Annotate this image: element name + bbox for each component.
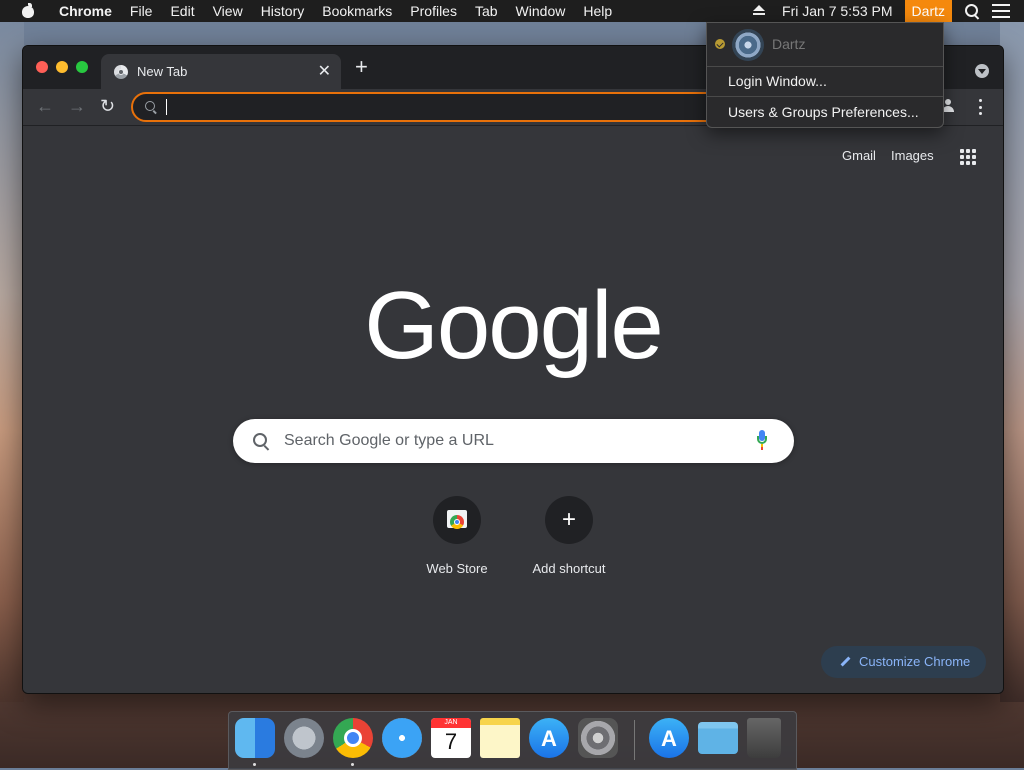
app-store-icon[interactable]: [649, 718, 689, 758]
menu-tab[interactable]: Tab: [466, 0, 507, 22]
menu-bookmarks[interactable]: Bookmarks: [313, 0, 401, 22]
text-caret: [166, 99, 167, 115]
system-preferences-icon[interactable]: [578, 718, 618, 758]
pencil-icon: [838, 656, 850, 668]
back-arrow-icon[interactable]: ←: [36, 95, 54, 117]
running-indicator: [253, 763, 256, 766]
images-link[interactable]: Images: [891, 148, 934, 163]
users-groups-preferences-item[interactable]: Users & Groups Preferences...: [728, 104, 919, 120]
menu-edit[interactable]: Edit: [161, 0, 203, 22]
reload-icon[interactable]: ↻: [100, 95, 115, 117]
calendar-icon[interactable]: JAN 7: [431, 718, 471, 758]
menu-bar-extras: Fri Jan 7 5:53 PM Dartz: [752, 0, 1024, 22]
menu-separator: [707, 96, 943, 97]
safari-icon[interactable]: [382, 718, 422, 758]
tab-close-icon[interactable]: ✕: [318, 61, 331, 81]
close-window-button[interactable]: [36, 61, 48, 73]
customize-chrome-button[interactable]: Customize Chrome: [821, 646, 986, 678]
address-input[interactable]: [165, 97, 709, 119]
tab-search-icon[interactable]: [975, 64, 989, 78]
apple-menu-icon[interactable]: [20, 3, 36, 19]
dock: JAN 7: [228, 711, 797, 770]
menu-history[interactable]: History: [252, 0, 314, 22]
menu-separator: [707, 66, 943, 67]
calendar-month: JAN: [431, 718, 471, 728]
forward-arrow-icon[interactable]: →: [68, 95, 86, 117]
new-tab-button[interactable]: +: [355, 56, 368, 78]
finder-icon[interactable]: [235, 718, 275, 758]
plus-icon: +: [561, 506, 576, 533]
dock-separator: [634, 720, 635, 760]
fast-user-switch-menu[interactable]: Dartz: [904, 0, 952, 22]
menu-window[interactable]: Window: [507, 0, 575, 22]
login-window-item[interactable]: Login Window...: [728, 73, 827, 89]
chrome-menu-icon[interactable]: [979, 99, 983, 115]
menu-profiles[interactable]: Profiles: [401, 0, 466, 22]
shortcut-icon-circle: [433, 496, 481, 544]
chrome-window: New Tab ✕ + ← → ↻ Gmail Images Google Se…: [22, 45, 1004, 694]
user-avatar: [732, 29, 764, 61]
notification-center-icon[interactable]: [992, 4, 1010, 18]
calendar-day: 7: [444, 729, 458, 754]
customize-chrome-label: Customize Chrome: [859, 654, 971, 669]
eject-icon[interactable]: [752, 5, 766, 17]
chrome-favicon-icon: [114, 65, 128, 79]
desktop-wallpaper-left: [0, 22, 24, 702]
launchpad-icon[interactable]: [284, 718, 324, 758]
ntp-search-box[interactable]: Search Google or type a URL: [233, 419, 794, 463]
google-apps-icon[interactable]: [960, 149, 976, 165]
shortcut-icon-circle: +: [545, 496, 593, 544]
tab-title: New Tab: [137, 64, 188, 79]
shortcut-web-store[interactable]: Web Store: [401, 496, 513, 576]
shortcut-add[interactable]: + Add shortcut: [513, 496, 625, 576]
search-icon: [253, 433, 267, 447]
menu-help[interactable]: Help: [574, 0, 621, 22]
search-placeholder: Search Google or type a URL: [284, 432, 494, 449]
checkmark-icon: [715, 39, 725, 49]
shortcut-label: Web Store: [426, 561, 488, 576]
google-logo: Google: [364, 272, 664, 379]
menu-view[interactable]: View: [204, 0, 252, 22]
address-bar[interactable]: [131, 92, 725, 122]
voice-search-mic-icon[interactable]: [757, 430, 767, 452]
chrome-icon[interactable]: [333, 718, 373, 758]
current-user-name: Dartz: [772, 36, 806, 52]
new-tab-page: Gmail Images Google Search Google or typ…: [23, 126, 1003, 693]
search-icon: [145, 101, 155, 111]
web-store-icon: [447, 510, 467, 529]
menu-file[interactable]: File: [121, 0, 162, 22]
minimize-window-button[interactable]: [56, 61, 68, 73]
zoom-window-button[interactable]: [76, 61, 88, 73]
tab-new-tab[interactable]: New Tab ✕: [101, 54, 341, 89]
user-switch-dropdown: Dartz Login Window... Users & Groups Pre…: [706, 22, 944, 128]
shortcut-label: Add shortcut: [532, 561, 606, 576]
spotlight-icon[interactable]: [964, 3, 980, 19]
menu-bar-clock[interactable]: Fri Jan 7 5:53 PM: [782, 3, 893, 19]
menu-bar: Chrome File Edit View History Bookmarks …: [0, 0, 1024, 22]
gmail-link[interactable]: Gmail: [842, 148, 876, 163]
downloads-folder-icon[interactable]: [698, 722, 738, 754]
running-indicator: [351, 763, 354, 766]
menu-app-chrome[interactable]: Chrome: [50, 0, 121, 22]
app-store-icon[interactable]: [529, 718, 569, 758]
notes-icon[interactable]: [480, 718, 520, 758]
trash-icon[interactable]: [747, 718, 781, 758]
